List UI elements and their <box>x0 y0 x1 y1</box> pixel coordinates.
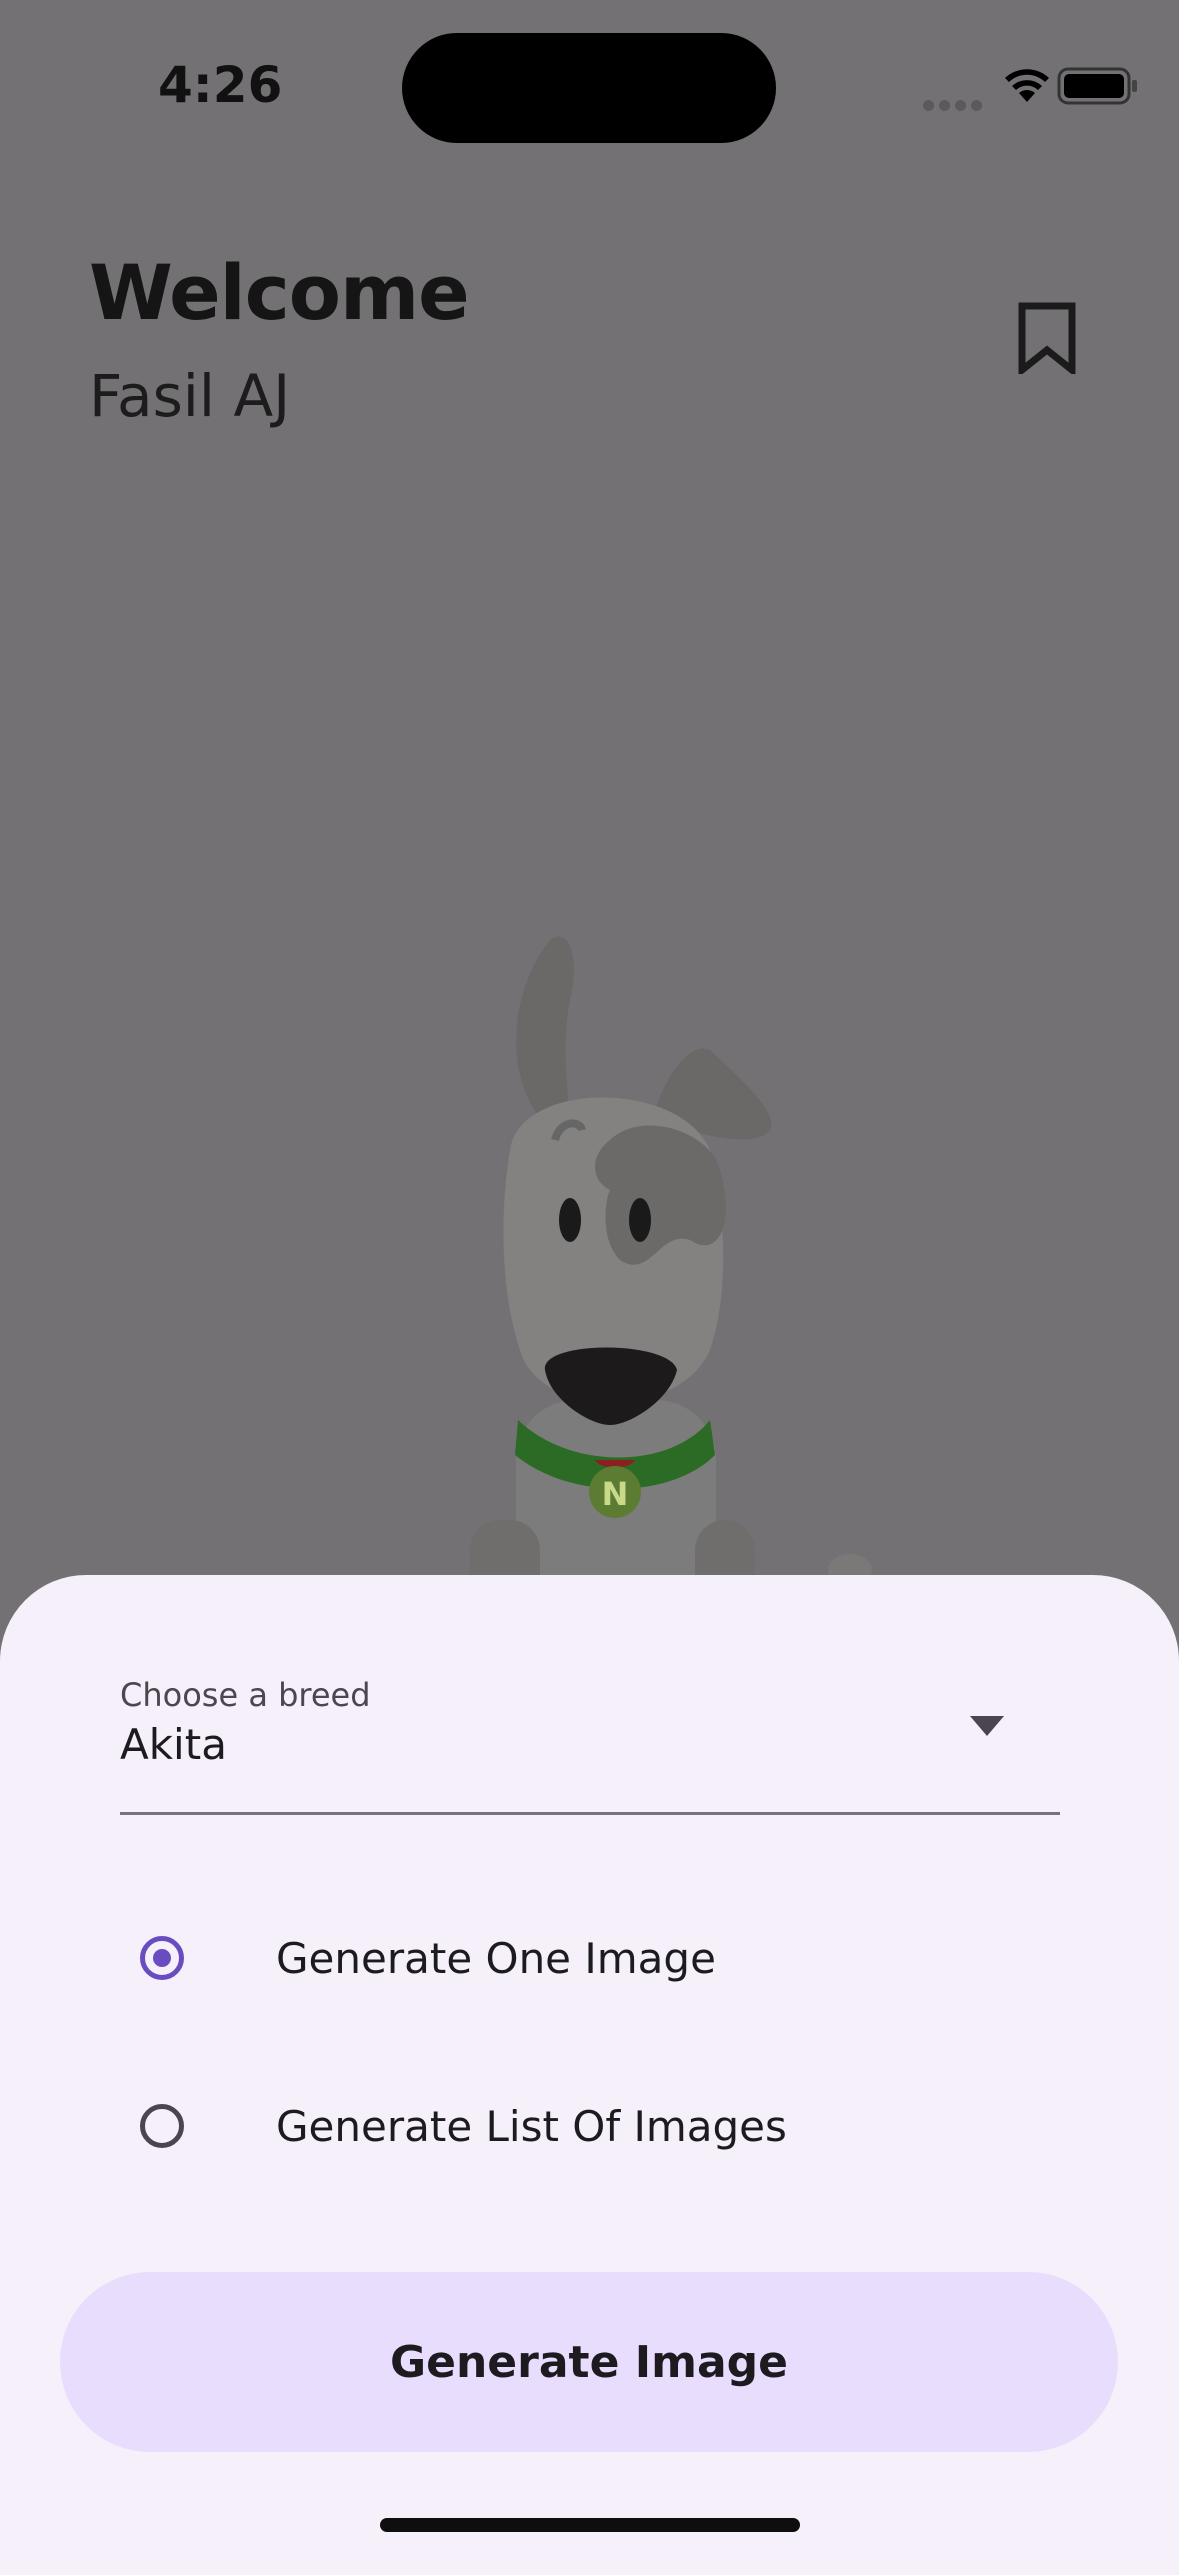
radio-unselected-icon[interactable] <box>140 2104 184 2148</box>
signal-icon <box>923 96 987 115</box>
status-icons <box>879 60 1179 120</box>
generate-image-button[interactable]: Generate Image <box>60 2272 1118 2452</box>
wifi-icon <box>1005 69 1049 102</box>
page-title: Welcome <box>89 248 470 337</box>
battery-icon <box>1057 67 1137 105</box>
dropdown-underline <box>120 1812 1060 1815</box>
bookmark-icon[interactable] <box>1016 302 1078 374</box>
dropdown-label: Choose a breed <box>120 1676 371 1714</box>
radio-label: Generate One Image <box>276 1934 716 1983</box>
collar-badge-text: N <box>602 1475 629 1513</box>
chevron-down-icon[interactable] <box>970 1716 1004 1736</box>
status-time: 4:26 <box>158 56 283 114</box>
user-name: Fasil AJ <box>89 362 291 430</box>
radio-selected-icon[interactable] <box>140 1936 184 1980</box>
breed-dropdown[interactable]: Akita <box>120 1720 227 1769</box>
home-indicator[interactable] <box>380 2518 800 2532</box>
radio-label: Generate List Of Images <box>276 2102 787 2151</box>
dog-illustration: N <box>470 936 872 1590</box>
dynamic-island <box>402 33 776 143</box>
